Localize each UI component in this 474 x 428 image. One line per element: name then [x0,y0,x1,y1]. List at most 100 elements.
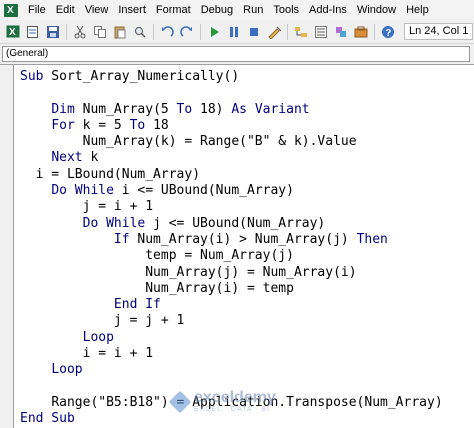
code-keyword: End If [113,297,161,313]
code-keyword: End Sub [20,411,75,427]
code-text: i = i + 1 [82,346,154,362]
cursor-position-status: Ln 24, Col 1 [404,23,474,40]
code-line[interactable]: Num_Array(i) = temp [20,281,443,297]
code-text: j = i + 1 [82,199,154,215]
margin-indicator-bar[interactable] [0,65,14,428]
paste-icon[interactable] [112,24,128,40]
reset-icon[interactable] [246,24,262,40]
code-line[interactable]: Do While i <= UBound(Num_Array) [20,183,443,199]
menu-bar: FileEditViewInsertFormatDebugRunToolsAdd… [0,0,474,20]
code-line[interactable]: Loop [20,330,443,346]
code-line[interactable]: Num_Array(j) = Num_Array(i) [20,265,443,281]
code-text: Num_Array(i) = temp [145,280,294,296]
exceldemy-logo-icon [170,392,190,412]
menu-item-edit[interactable]: Edit [51,0,80,20]
code-line[interactable]: Next k [20,150,443,166]
excel-view-icon[interactable]: X [5,24,21,40]
properties-icon[interactable] [313,24,329,40]
menu-item-help[interactable]: Help [401,0,434,20]
svg-text:?: ? [385,28,391,39]
code-text: Sort_Array_Numerically() [43,69,240,84]
menu-items: File Edit View Insert Format Debug Run Tools Add… [23,0,434,20]
code-text: 18) [192,101,232,117]
code-keyword: Variant [254,101,310,117]
code-line[interactable]: i = LBound(Num_Array) [20,167,443,183]
object-browser-icon[interactable] [333,24,349,40]
code-line[interactable]: Num_Array(k) = Range("B" & k).Value [20,134,443,150]
run-icon[interactable] [206,24,222,40]
code-line[interactable]: Dim Num_Array(5 To 18) As Variant [20,102,443,118]
menu-item-window[interactable]: Window [352,0,401,20]
project-explorer-icon[interactable] [293,24,309,40]
menu-item-file[interactable]: File [23,0,51,20]
code-keyword: As [231,101,247,117]
code-line[interactable]: Do While j <= UBound(Num_Array) [20,216,443,232]
undo-icon[interactable] [159,24,175,40]
code-line[interactable]: i = i + 1 [20,346,443,362]
find-icon[interactable] [132,24,148,40]
menu-item-debug[interactable]: Debug [196,0,238,20]
help-icon[interactable]: ? [380,24,396,40]
code-keyword: If [113,231,130,247]
redo-icon[interactable] [179,24,195,40]
code-keyword: To [176,101,193,117]
code-line[interactable]: If Num_Array(i) > Num_Array(j) Then [20,232,443,248]
code-line[interactable] [20,85,443,101]
code-line[interactable]: End If [20,297,443,313]
code-line[interactable]: For k = 5 To 18 [20,118,443,134]
menu-item-insert[interactable]: Insert [113,0,151,20]
cut-icon[interactable] [72,24,88,40]
toolbar-separator [200,23,201,40]
save-icon[interactable] [45,24,61,40]
code-keyword: Next [51,150,83,166]
toolbox-icon[interactable] [353,24,369,40]
svg-text:X: X [9,27,16,38]
code-text: j = j + 1 [113,313,185,329]
object-selector[interactable]: (General) [2,46,470,62]
excel-icon[interactable] [4,3,18,17]
code-line[interactable]: End Sub [20,411,443,427]
menu-item-tools[interactable]: Tools [268,0,304,20]
menu-item-view[interactable]: View [80,0,114,20]
code-editor[interactable]: Sub Sort_Array_Numerically() Dim Num_Arr… [0,64,474,428]
code-text: temp = Num_Array(j) [145,248,294,264]
code-text: k [82,150,99,166]
code-text: i = LBound(Num_Array) [35,166,201,182]
code-keyword: To [129,117,146,133]
menu-item-add-ins[interactable]: Add-Ins [304,0,352,20]
code-window[interactable]: Sub Sort_Array_Numerically() Dim Num_Arr… [20,69,443,428]
insert-module-icon[interactable] [25,24,41,40]
code-line[interactable]: Sub Sort_Array_Numerically() [20,69,443,85]
code-text: Num_Array(5 [74,101,177,117]
code-line[interactable]: j = i + 1 [20,199,443,215]
design-mode-icon[interactable] [266,24,282,40]
standard-toolbar: X ? Ln 24, Col 1 [0,20,474,44]
code-keyword: Sub [20,69,44,84]
code-keyword: Then [356,231,388,247]
menu-item-format[interactable]: Format [151,0,196,20]
break-icon[interactable] [226,24,242,40]
code-keyword: Loop [82,329,114,345]
code-line[interactable]: j = j + 1 [20,313,443,329]
toolbar-separator [66,23,67,40]
copy-icon[interactable] [92,24,108,40]
menu-item-run[interactable]: Run [238,0,268,20]
code-keyword: Do While [82,215,146,231]
code-line[interactable]: Loop [20,362,443,378]
code-line[interactable]: temp = Num_Array(j) [20,248,443,264]
